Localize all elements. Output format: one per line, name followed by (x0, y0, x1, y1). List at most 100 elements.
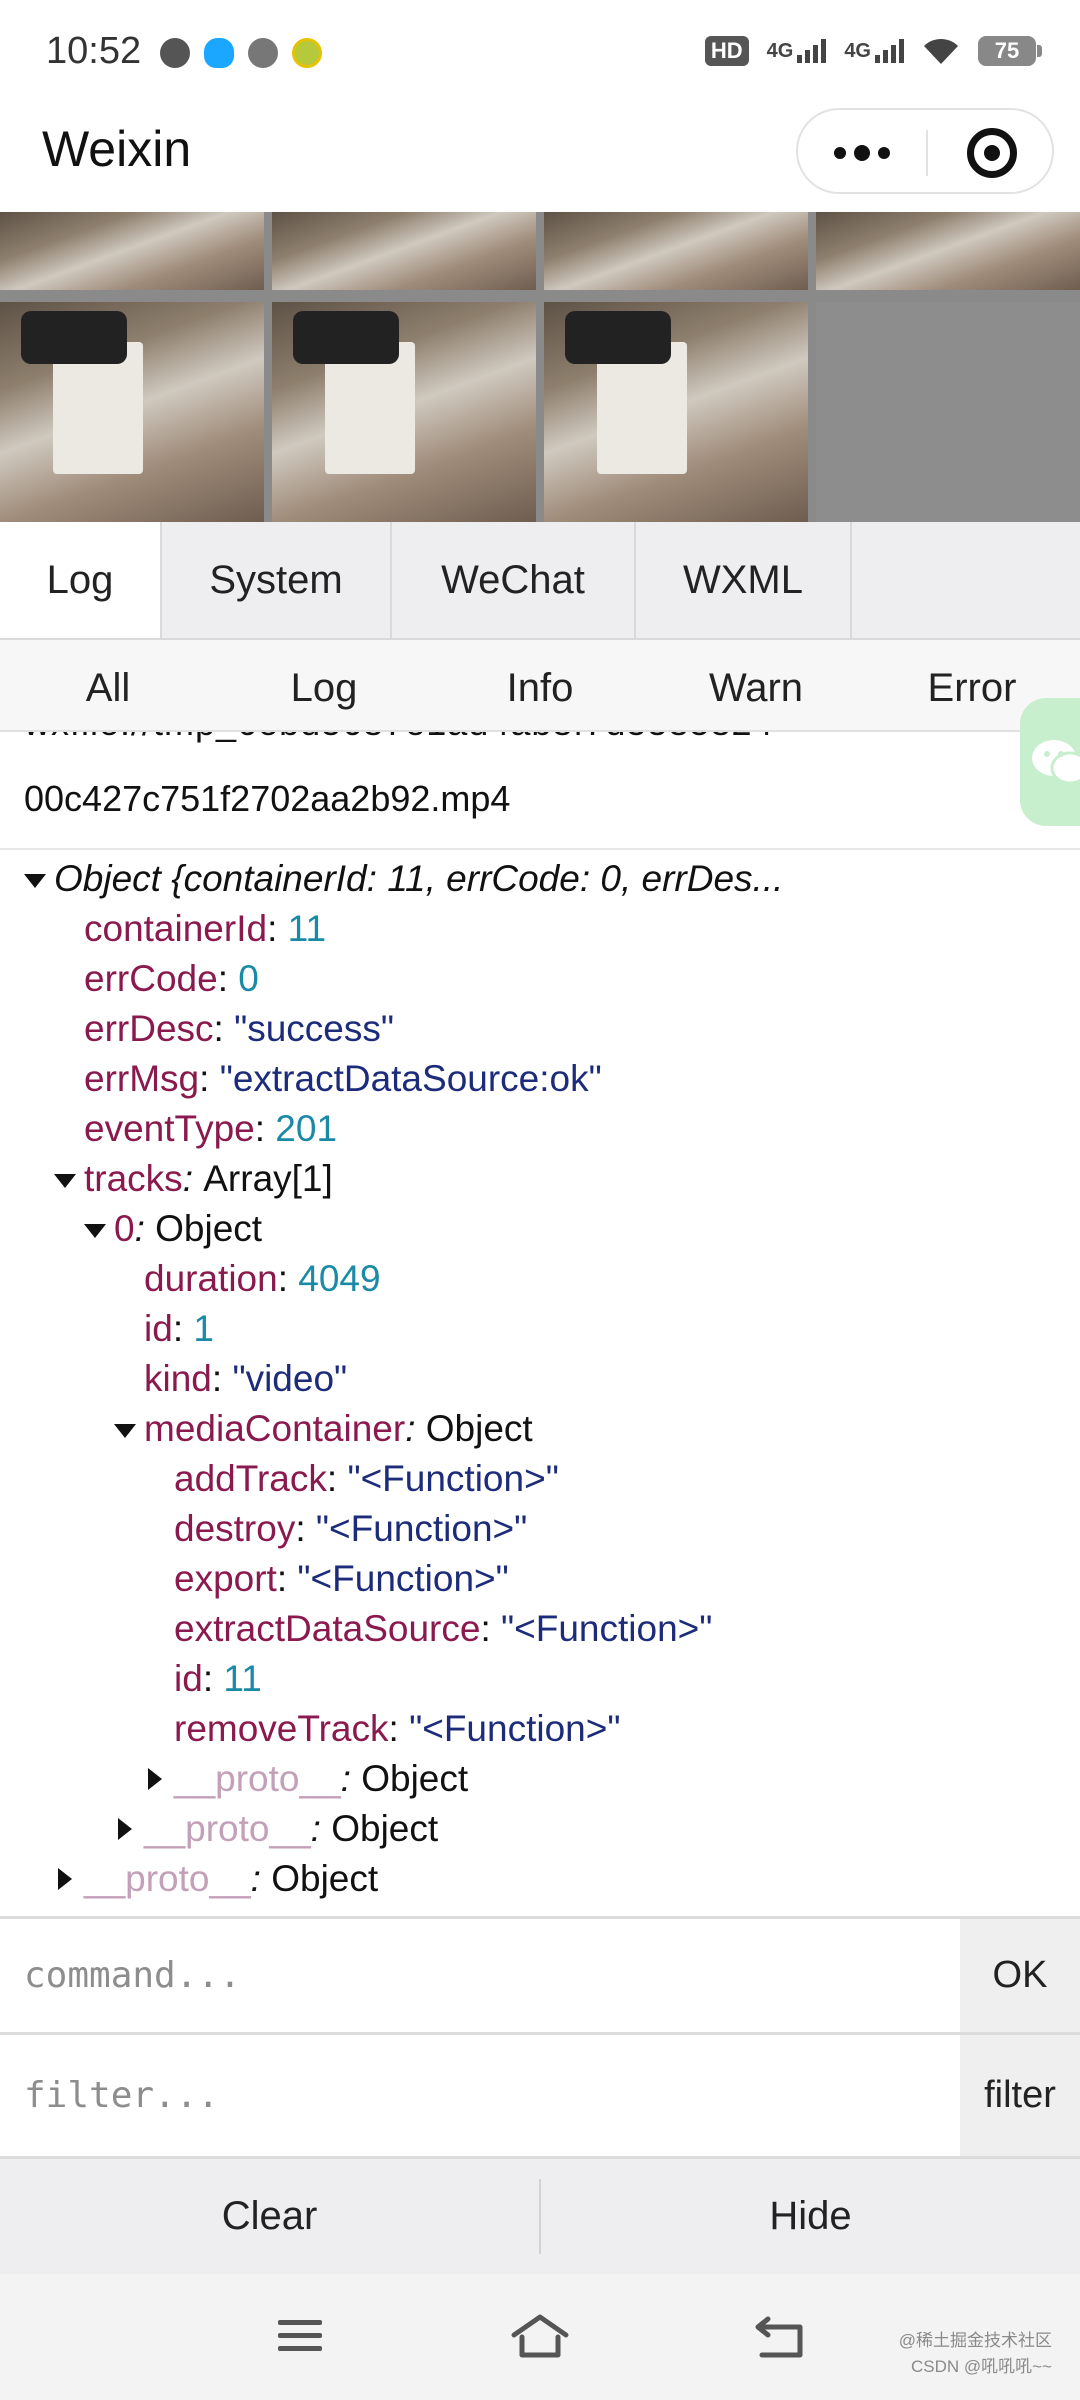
wechat-bubble-icon (1032, 740, 1080, 785)
video-frame-thumbnail (0, 212, 264, 290)
battery-icon: 75 (978, 36, 1042, 66)
tab-system[interactable]: System (162, 522, 392, 638)
status-time: 10:52 (46, 30, 142, 72)
tree-row-media-container[interactable]: mediaContainer: Object (0, 1404, 1080, 1454)
field-value: "<Function>" (297, 1558, 509, 1599)
field-value: Object (331, 1808, 439, 1849)
expand-arrow-icon[interactable] (54, 1854, 74, 1904)
video-frame-thumbnail (0, 302, 264, 522)
tree-row-proto[interactable]: __proto__: Object (0, 1854, 1080, 1904)
video-frame-thumbnail (544, 212, 808, 290)
tree-row: kind: "video" (144, 1358, 348, 1399)
object-tree: Object {containerId: 11, errCode: 0, err… (0, 854, 1080, 1904)
clear-button[interactable]: Clear (0, 2159, 539, 2274)
field-key: __proto__ (144, 1808, 311, 1849)
globe-icon (160, 38, 190, 68)
field-key: errDesc (84, 1008, 214, 1049)
tree-row: export: "<Function>" (174, 1558, 509, 1599)
level-tab-all[interactable]: All (0, 640, 216, 730)
tab-wxml[interactable]: WXML (636, 522, 852, 638)
status-bar: 10:52 HD 4G 4G 75 (0, 0, 1080, 100)
log-entry: wxfile://tmp_6ebd5687e1ad4ab8f7d5585824 … (0, 732, 1080, 850)
tree-row: id: 1 (144, 1308, 214, 1349)
video-frame-thumbnail (272, 212, 536, 290)
home-nav-button[interactable] (500, 2304, 580, 2368)
more-button[interactable] (798, 110, 926, 196)
tree-row: errDesc: "success" (84, 1008, 395, 1049)
watermark-line: @稀土掘金技术社区 (898, 2331, 1052, 2350)
video-frame-placeholder (816, 302, 1080, 522)
level-tab-log[interactable]: Log (216, 640, 432, 730)
expand-arrow-icon[interactable] (84, 1204, 106, 1254)
field-value: Array[1] (203, 1158, 333, 1199)
video-frame-grid (0, 212, 1080, 522)
back-icon (755, 2316, 803, 2358)
field-key: duration (144, 1258, 278, 1299)
video-frame-thumbnail (272, 302, 536, 522)
hide-button[interactable]: Hide (541, 2159, 1080, 2274)
field-key: extractDataSource (174, 1608, 481, 1649)
tree-row: addTrack: "<Function>" (174, 1458, 559, 1499)
command-row: OK (0, 1916, 1080, 2032)
field-value: Object (155, 1208, 263, 1249)
field-value: "<Function>" (501, 1608, 713, 1649)
tree-row-proto[interactable]: __proto__: Object (0, 1804, 1080, 1854)
field-key: containerId (84, 908, 268, 949)
tree-row-proto[interactable]: __proto__: Object (0, 1754, 1080, 1804)
field-value: 0 (238, 958, 259, 999)
field-key: addTrack (174, 1458, 327, 1499)
field-value: "<Function>" (315, 1508, 528, 1549)
home-icon (511, 2314, 569, 2358)
command-input[interactable] (0, 1919, 960, 2032)
expand-arrow-icon[interactable] (114, 1804, 134, 1854)
tree-row: errMsg: "extractDataSource:ok" (84, 1058, 602, 1099)
console-panel-tabs: Log System WeChat WXML (0, 522, 1080, 640)
field-value: 1 (193, 1308, 214, 1349)
expand-arrow-icon[interactable] (144, 1754, 164, 1804)
tab-log[interactable]: Log (0, 522, 162, 638)
field-key: errMsg (84, 1058, 200, 1099)
system-navigation-bar: @稀土掘金技术社区 CSDN @吼吼吼~~ (0, 2274, 1080, 2400)
log-file-path: 00c427c751f2702aa2b92.mp4 (24, 778, 511, 819)
ok-button[interactable]: OK (960, 1919, 1080, 2032)
tree-row-track-0[interactable]: 0: Object (0, 1204, 1080, 1254)
page-title: Weixin (42, 121, 192, 177)
battery-level: 75 (994, 38, 1020, 63)
wechat-icon (248, 38, 278, 68)
filter-button[interactable]: filter (960, 2035, 1080, 2156)
tree-row: removeTrack: "<Function>" (174, 1708, 621, 1749)
field-key: export (174, 1558, 277, 1599)
video-frame-thumbnail (544, 302, 808, 522)
tab-wechat[interactable]: WeChat (392, 522, 636, 638)
field-key: kind (144, 1358, 212, 1399)
field-value: "success" (234, 1008, 395, 1049)
back-nav-button[interactable] (740, 2304, 820, 2368)
log-level-tabs: All Log Info Warn Error (0, 640, 1080, 732)
field-value: 4049 (298, 1258, 381, 1299)
field-key: __proto__ (84, 1858, 251, 1899)
network-type-label: 4G (766, 40, 794, 62)
field-key: id (174, 1658, 203, 1699)
expand-arrow-icon[interactable] (24, 854, 46, 904)
filter-input[interactable] (0, 2035, 960, 2156)
menu-capsule (796, 108, 1054, 194)
expand-arrow-icon[interactable] (114, 1404, 136, 1454)
menu-nav-button[interactable] (260, 2304, 340, 2368)
level-tab-warn[interactable]: Warn (648, 640, 864, 730)
field-value: Object (425, 1408, 533, 1449)
field-value: "video" (232, 1358, 348, 1399)
log-output[interactable]: wxfile://tmp_6ebd5687e1ad4ab8f7d5585824 … (0, 732, 1080, 1916)
app-notification-icon (292, 38, 322, 68)
level-tab-info[interactable]: Info (432, 640, 648, 730)
notification-icons (160, 38, 322, 68)
tree-row: extractDataSource: "<Function>" (174, 1608, 713, 1649)
field-key: tracks (84, 1158, 183, 1199)
field-value: "<Function>" (347, 1458, 559, 1499)
expand-arrow-icon[interactable] (54, 1154, 76, 1204)
tree-row-tracks[interactable]: tracks: Array[1] (0, 1154, 1080, 1204)
close-button[interactable] (928, 110, 1056, 196)
floating-wechat-button[interactable] (1020, 698, 1080, 826)
filter-row: filter (0, 2032, 1080, 2156)
object-summary-row[interactable]: Object {containerId: 11, errCode: 0, err… (0, 854, 1080, 904)
network-type-label: 4G (844, 40, 871, 62)
